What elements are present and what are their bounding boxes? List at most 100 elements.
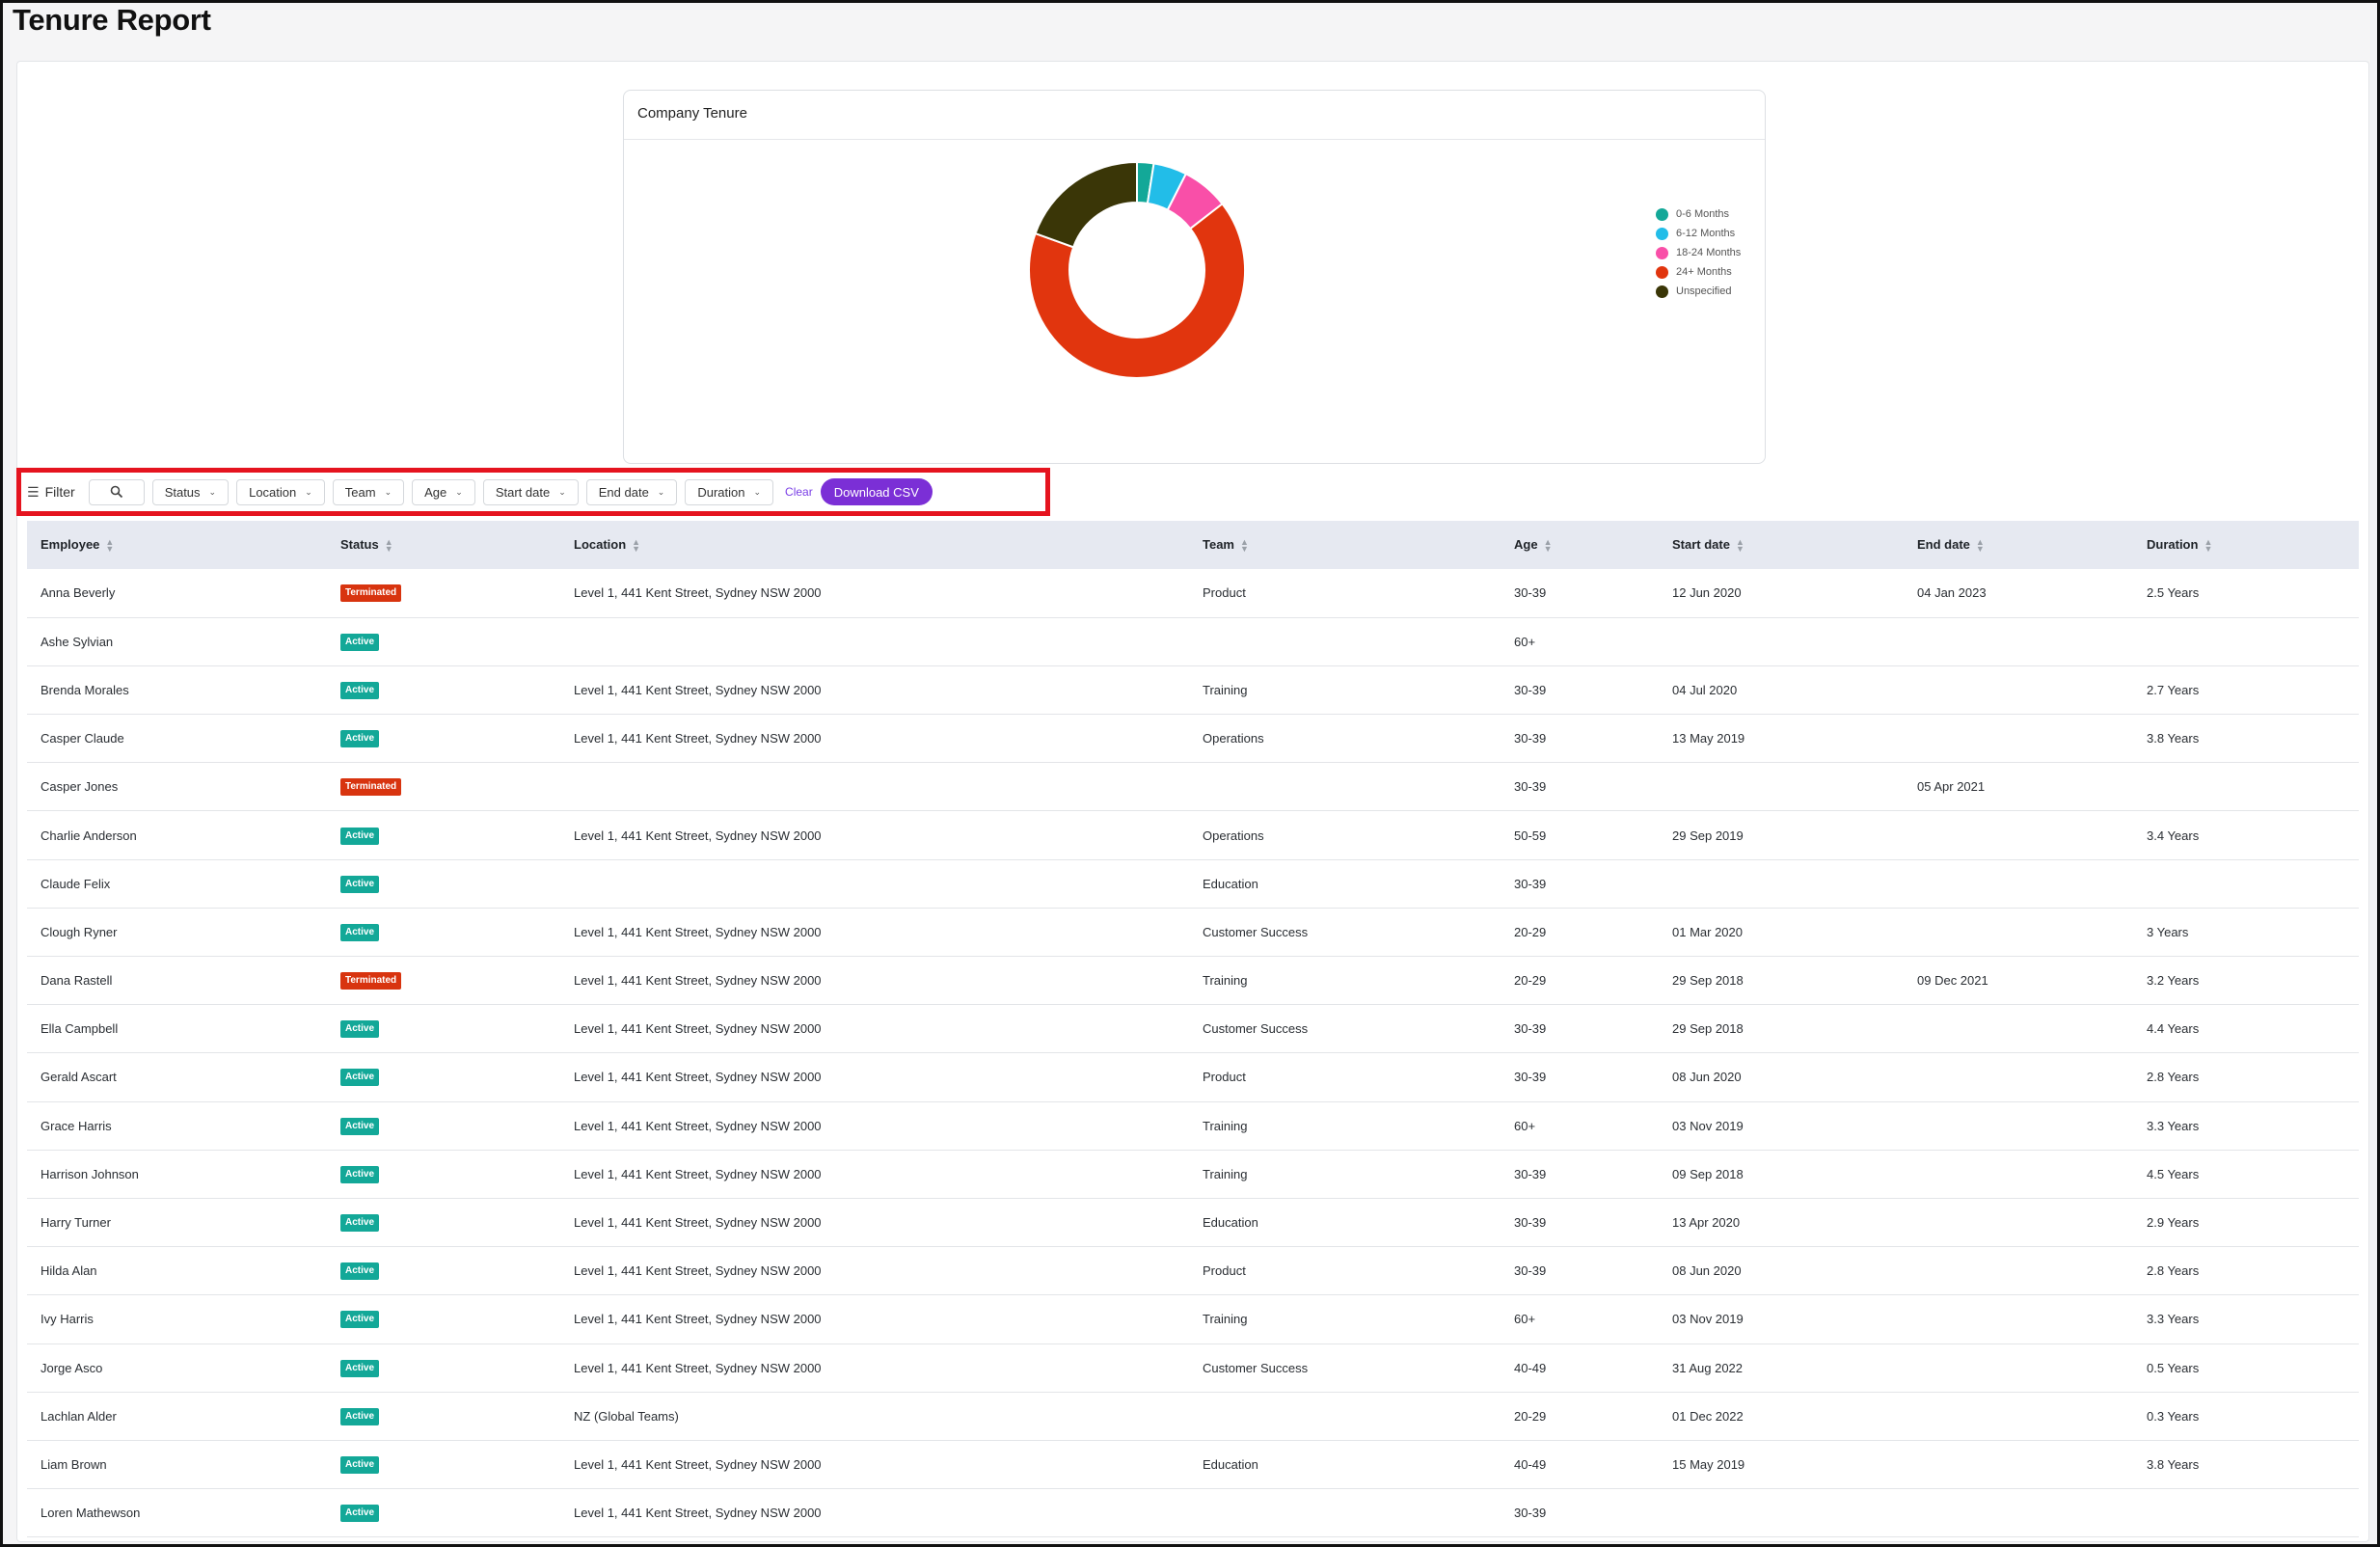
cell-status: Active (327, 1392, 560, 1440)
cell-age: 20-29 (1514, 973, 1547, 989)
filter-location-dropdown[interactable]: Location ⌄ (236, 478, 325, 505)
cell-location (560, 617, 1189, 665)
column-header-status[interactable]: Status ▲ ▼ (327, 521, 560, 569)
table-row[interactable]: Charlie Anderson Active Level 1, 441 Kent … (27, 811, 2359, 860)
cell-start-date: 08 Jun 2020 (1672, 1070, 1742, 1085)
cell-age: 30-39 (1514, 1215, 1547, 1231)
cell-end-date (1904, 859, 2133, 908)
legend-item[interactable]: 6-12 Months (1656, 224, 1741, 243)
legend-label: Unspecified (1676, 285, 1732, 297)
filter-age-label: Age (424, 484, 447, 500)
cell-employee: Charlie Anderson (41, 828, 137, 843)
sort-icon[interactable]: ▲ ▼ (1544, 537, 1553, 553)
cell-start-date: 29 Sep 2018 (1672, 973, 1744, 989)
chevron-down-icon: ⌄ (558, 486, 566, 497)
filter-team-dropdown[interactable]: Team ⌄ (332, 478, 405, 505)
table-row[interactable]: Ivy Harris Active Level 1, 441 Kent Street… (27, 1295, 2359, 1343)
column-header-label: Status (340, 537, 379, 553)
table-row[interactable]: Lachlan Alder Active NZ (Global Teams) 20-2… (27, 1392, 2359, 1441)
cell-location: Level 1, 441 Kent Street, Sydney NSW 200… (574, 1312, 822, 1327)
filter-label[interactable]: ☰ Filter (27, 484, 75, 501)
table-row[interactable]: Jorge Asco Active Level 1, 441 Kent Street… (27, 1343, 2359, 1393)
cell-team (1189, 763, 1501, 811)
table-body: Anna Beverly Terminated Level 1, 441 Kent … (27, 569, 2359, 1537)
column-header-employee[interactable]: Employee ▲ ▼ (27, 521, 327, 569)
legend-label: 6-12 Months (1676, 228, 1736, 239)
legend-item[interactable]: 18-24 Months (1656, 243, 1741, 262)
table-row[interactable]: Loren Mathewson Active Level 1, 441 Kent S… (27, 1489, 2359, 1537)
status-badge: Active (340, 1262, 380, 1281)
cell-age: 20-29 (1514, 924, 1547, 939)
status-badge: Active (340, 1117, 380, 1135)
sort-icon[interactable]: ▲ ▼ (632, 537, 640, 553)
cell-status: Active (327, 1489, 560, 1537)
legend-item[interactable]: Unspecified (1656, 282, 1741, 301)
filter-status-dropdown[interactable]: Status ⌄ (151, 478, 230, 505)
column-header-age[interactable]: Age ▲ ▼ (1501, 521, 1659, 569)
sort-icon[interactable]: ▲ ▼ (105, 537, 114, 553)
table-row[interactable]: Harrison Johnson Active Level 1, 441 Kent … (27, 1150, 2359, 1199)
legend-item[interactable]: 24+ Months (1656, 262, 1741, 282)
cell-employee: Claude Felix (41, 876, 111, 891)
cell-location: Level 1, 441 Kent Street, Sydney NSW 200… (574, 1456, 822, 1472)
tenure-table: Employee ▲ ▼ Status ▲ ▼ Location ▲ ▼ Team ▲ ▼ Age ▲ ▼ S… (27, 521, 2359, 1537)
chevron-down-icon: ⌄ (657, 486, 665, 497)
cell-duration: 3.3 Years (2147, 1118, 2200, 1133)
cell-age: 60+ (1514, 1312, 1536, 1327)
cell-start-date (1659, 1489, 1904, 1537)
cell-location: Level 1, 441 Kent Street, Sydney NSW 200… (574, 682, 822, 697)
filter-start-date-dropdown[interactable]: Start date ⌄ (482, 478, 579, 505)
sort-icon[interactable]: ▲ ▼ (2204, 537, 2212, 553)
cell-duration: 3.8 Years (2147, 731, 2200, 746)
status-badge: Active (340, 1069, 380, 1087)
table-row[interactable]: Ella Campbell Active Level 1, 441 Kent Str… (27, 1005, 2359, 1053)
sort-icon[interactable]: ▲ ▼ (1736, 537, 1744, 553)
legend-item[interactable]: 0-6 Months (1656, 204, 1741, 224)
cell-duration: 3.8 Years (2147, 1456, 2200, 1472)
cell-status: Active (327, 1247, 560, 1295)
cell-employee: Ivy Harris (41, 1312, 94, 1327)
filter-end-date-dropdown[interactable]: End date ⌄ (585, 478, 678, 505)
sort-icon[interactable]: ▲ ▼ (1976, 537, 1985, 553)
filter-start-date-label: Start date (495, 484, 551, 500)
table-row[interactable]: Brenda Morales Active Level 1, 441 Kent St… (27, 665, 2359, 715)
table-row[interactable]: Hilda Alan Active Level 1, 441 Kent Street… (27, 1247, 2359, 1295)
sort-icon[interactable]: ▲ ▼ (1240, 537, 1249, 553)
cell-age: 30-39 (1514, 682, 1547, 697)
clear-filters-link[interactable]: Clear (785, 485, 813, 499)
table-row[interactable]: Ashe Sylvian Active 60+ (27, 617, 2359, 666)
cell-start-date: 04 Jul 2020 (1672, 682, 1738, 697)
table-row[interactable]: Grace Harris Active Level 1, 441 Kent Stre… (27, 1101, 2359, 1151)
column-header-location[interactable]: Location ▲ ▼ (560, 521, 1189, 569)
table-row[interactable]: Liam Brown Active Level 1, 441 Kent Street… (27, 1440, 2359, 1489)
filter-age-dropdown[interactable]: Age ⌄ (412, 478, 475, 505)
table-row[interactable]: Casper Jones Terminated 30-39 05 Apr 2021 (27, 763, 2359, 811)
cell-end-date: 05 Apr 2021 (1917, 779, 1986, 795)
legend-label: 24+ Months (1676, 266, 1732, 278)
cell-status: Active (327, 859, 560, 908)
page-title: Tenure Report (13, 3, 211, 37)
cell-location: Level 1, 441 Kent Street, Sydney NSW 200… (574, 1215, 822, 1231)
cell-location: Level 1, 441 Kent Street, Sydney NSW 200… (574, 1166, 822, 1181)
table-row[interactable]: Anna Beverly Terminated Level 1, 441 Kent … (27, 569, 2359, 618)
column-header-team[interactable]: Team ▲ ▼ (1189, 521, 1501, 569)
donut-slice-unspecified[interactable] (1034, 160, 1138, 249)
column-header-start-date[interactable]: Start date ▲ ▼ (1659, 521, 1904, 569)
table-row[interactable]: Harry Turner Active Level 1, 441 Kent Stre… (27, 1198, 2359, 1247)
filter-duration-dropdown[interactable]: Duration ⌄ (685, 478, 774, 505)
column-header-duration[interactable]: Duration ▲ ▼ (2133, 521, 2359, 569)
table-row[interactable]: Gerald Ascart Active Level 1, 441 Kent Str… (27, 1053, 2359, 1102)
cell-end-date (1904, 908, 2133, 956)
column-header-end-date[interactable]: End date ▲ ▼ (1904, 521, 2133, 569)
sort-icon[interactable]: ▲ ▼ (385, 537, 393, 553)
table-row[interactable]: Clough Ryner Active Level 1, 441 Kent Stre… (27, 908, 2359, 957)
cell-age: 30-39 (1514, 1166, 1547, 1181)
table-row[interactable]: Casper Claude Active Level 1, 441 Kent Str… (27, 715, 2359, 763)
chevron-down-icon: ⌄ (753, 486, 762, 497)
download-csv-button[interactable]: Download CSV (820, 478, 933, 505)
status-badge: Active (340, 681, 380, 699)
table-row[interactable]: Dana Rastell Terminated Level 1, 441 Kent … (27, 957, 2359, 1005)
search-button[interactable] (88, 478, 145, 505)
table-row[interactable]: Claude Felix Active Education 30-39 (27, 859, 2359, 909)
cell-team: Customer Success (1203, 1021, 1309, 1037)
